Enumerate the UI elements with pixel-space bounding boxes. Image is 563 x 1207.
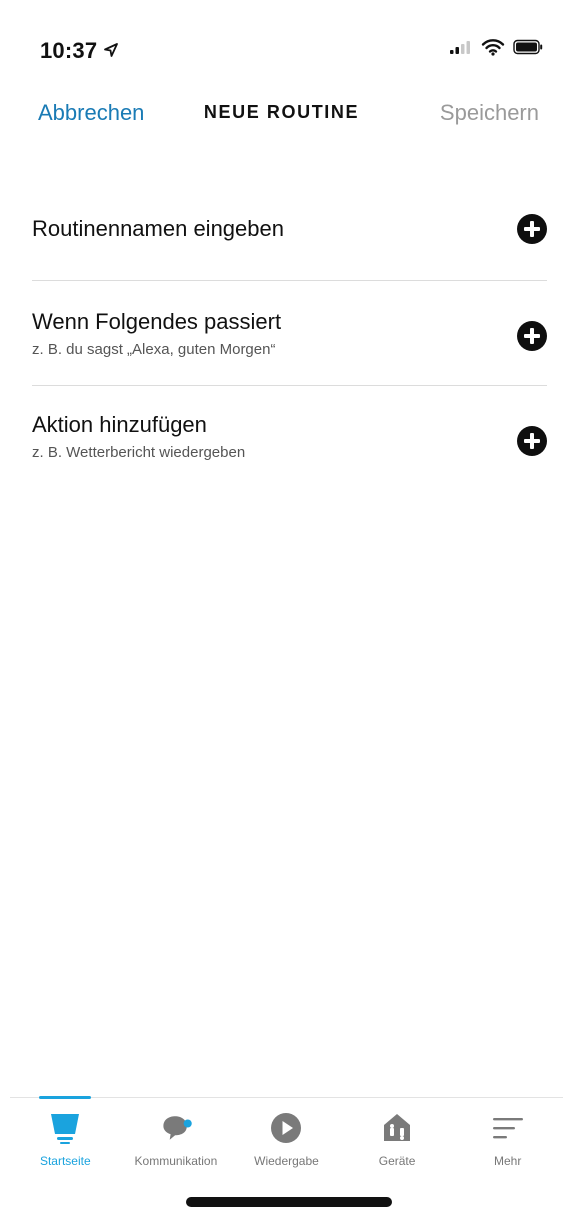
action-label: Aktion hinzufügen [32,412,207,437]
routine-setup-list: Routinennamen eingeben Wenn Folgendes pa… [32,176,547,490]
tab-mehr[interactable]: Mehr [452,1098,563,1178]
tab-label-kommunikation: Kommunikation [134,1154,218,1168]
tab-kommunikation[interactable]: Kommunikation [121,1098,232,1178]
action-row[interactable]: Aktion hinzufügen z. B. Wetterbericht wi… [32,386,547,490]
devices-house-icon [379,1112,415,1144]
play-icon [268,1112,304,1144]
add-action-plus-icon[interactable] [517,426,547,456]
save-button[interactable]: Speichern [440,100,539,126]
trigger-row[interactable]: Wenn Folgendes passiert z. B. du sagst „… [32,281,547,386]
menu-lines-icon [490,1112,526,1144]
battery-icon [513,39,543,60]
tab-wiedergabe[interactable]: Wiedergabe [231,1098,342,1178]
tab-label-mehr: Mehr [494,1154,522,1168]
clock-text: 10:37 [40,38,98,63]
add-routine-name-plus-icon[interactable] [517,214,547,244]
home-indicator [186,1197,392,1207]
trigger-label: Wenn Folgendes passiert [32,309,282,334]
routine-name-row[interactable]: Routinennamen eingeben [32,176,547,281]
active-tab-indicator [39,1096,91,1099]
status-indicators [449,38,543,61]
tab-geraete[interactable]: Geräte [342,1098,453,1178]
chat-bubble-icon [158,1112,194,1144]
tab-label-startseite: Startseite [39,1154,91,1168]
home-icon [47,1112,83,1144]
tab-label-wiedergabe: Wiedergabe [254,1154,319,1168]
status-time: 10:37 [40,38,119,64]
nav-header: Abbrechen NEUE ROUTINE Speichern [0,96,563,136]
status-bar: 10:37 [0,0,563,96]
cellular-signal-icon [449,39,473,60]
routine-name-label: Routinennamen eingeben [32,216,284,241]
bottom-tab-bar: Startseite Kommunikation Wiedergabe Gerä… [10,1096,563,1178]
tab-label-geraete: Geräte [378,1154,416,1168]
trigger-hint: z. B. du sagst „Alexa, guten Morgen“ [32,341,276,358]
action-hint: z. B. Wetterbericht wiedergeben [32,444,246,461]
wifi-icon [481,38,505,61]
add-trigger-plus-icon[interactable] [517,321,547,351]
location-arrow-icon [103,38,119,64]
tab-startseite[interactable]: Startseite [10,1096,121,1178]
